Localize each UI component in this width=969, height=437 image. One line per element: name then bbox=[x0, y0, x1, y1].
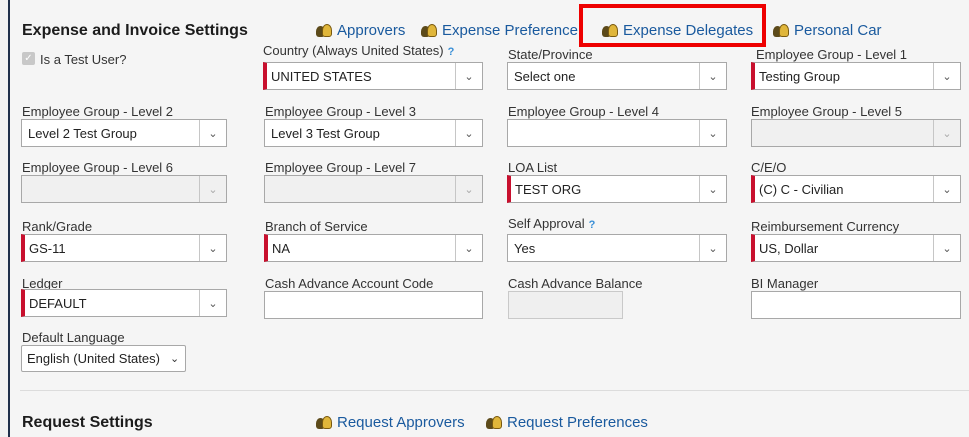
eg3-select[interactable]: Level 3 Test Group ⌄ bbox=[264, 119, 483, 147]
section-title-expense: Expense and Invoice Settings bbox=[22, 22, 248, 39]
people-icon bbox=[421, 23, 437, 38]
cash-code-input[interactable] bbox=[264, 291, 483, 319]
chevron-down-icon: ⌄ bbox=[199, 120, 226, 146]
section-divider bbox=[20, 390, 969, 391]
expense-preference-link[interactable]: Expense Preference bbox=[421, 22, 578, 39]
rank-label: Rank/Grade bbox=[22, 219, 93, 234]
personal-car-link[interactable]: Personal Car bbox=[773, 22, 882, 39]
branch-select[interactable]: NA ⌄ bbox=[264, 234, 483, 262]
cash-balance-label: Cash Advance Balance bbox=[508, 276, 643, 291]
chevron-down-icon: ⌄ bbox=[699, 120, 726, 146]
chevron-down-icon: ⌄ bbox=[933, 176, 960, 202]
help-icon[interactable]: ? bbox=[448, 46, 455, 58]
eg4-label: Employee Group - Level 4 bbox=[508, 104, 660, 119]
eg6-select: ⌄ bbox=[21, 175, 227, 203]
currency-select[interactable]: US, Dollar ⌄ bbox=[751, 234, 961, 262]
chevron-down-icon: ⌄ bbox=[699, 63, 726, 89]
language-select[interactable]: English (United States) ⌄ bbox=[21, 345, 187, 372]
bi-manager-label: BI Manager bbox=[751, 276, 819, 291]
eg7-select: ⌄ bbox=[264, 175, 483, 203]
country-select[interactable]: UNITED STATES ⌄ bbox=[263, 62, 483, 90]
people-icon bbox=[316, 23, 332, 38]
test-user-checkbox[interactable]: ✓ bbox=[22, 52, 35, 65]
chevron-down-icon: ⌄ bbox=[933, 235, 960, 261]
ceo-label: C/E/O bbox=[751, 160, 787, 175]
eg2-label: Employee Group - Level 2 bbox=[22, 104, 174, 119]
eg2-select[interactable]: Level 2 Test Group ⌄ bbox=[21, 119, 227, 147]
approvers-link[interactable]: Approvers bbox=[316, 22, 405, 39]
settings-panel: Expense and Invoice Settings Approvers E… bbox=[8, 0, 969, 437]
loa-select[interactable]: TEST ORG ⌄ bbox=[507, 175, 727, 203]
chevron-down-icon: ⌄ bbox=[199, 176, 226, 202]
chevron-down-icon: ⌄ bbox=[699, 176, 726, 202]
chevron-down-icon: ⌄ bbox=[199, 290, 226, 316]
people-icon bbox=[316, 415, 332, 430]
cash-balance-input bbox=[508, 291, 623, 319]
chevron-down-icon: ⌄ bbox=[699, 235, 726, 261]
eg1-label: Employee Group - Level 1 bbox=[756, 47, 908, 62]
eg5-select: ⌄ bbox=[751, 119, 961, 147]
chevron-down-icon: ⌄ bbox=[455, 120, 482, 146]
help-icon[interactable]: ? bbox=[589, 219, 596, 231]
state-label: State/Province bbox=[508, 47, 593, 62]
currency-label: Reimbursement Currency bbox=[751, 219, 900, 234]
eg3-label: Employee Group - Level 3 bbox=[265, 104, 417, 119]
chevron-down-icon: ⌄ bbox=[933, 120, 960, 146]
self-approval-label: Self Approval? bbox=[508, 216, 596, 231]
ceo-select[interactable]: (C) C - Civilian ⌄ bbox=[751, 175, 961, 203]
chevron-down-icon: ⌄ bbox=[933, 63, 960, 89]
eg1-select[interactable]: Testing Group ⌄ bbox=[751, 62, 961, 90]
eg7-label: Employee Group - Level 7 bbox=[265, 160, 417, 175]
country-label: Country (Always United States)? bbox=[263, 43, 455, 58]
people-icon bbox=[486, 415, 502, 430]
chevron-down-icon: ⌄ bbox=[169, 353, 180, 365]
highlight-box bbox=[579, 4, 766, 47]
request-preferences-link[interactable]: Request Preferences bbox=[486, 414, 648, 431]
chevron-down-icon: ⌄ bbox=[455, 63, 482, 89]
ledger-select[interactable]: DEFAULT ⌄ bbox=[21, 289, 227, 317]
language-label: Default Language bbox=[22, 330, 125, 345]
section-title-request: Request Settings bbox=[22, 414, 153, 431]
chevron-down-icon: ⌄ bbox=[455, 235, 482, 261]
test-user-label: Is a Test User? bbox=[40, 52, 127, 67]
people-icon bbox=[773, 23, 789, 38]
eg4-select[interactable]: ⌄ bbox=[507, 119, 727, 147]
eg6-label: Employee Group - Level 6 bbox=[22, 160, 174, 175]
rank-select[interactable]: GS-11 ⌄ bbox=[21, 234, 227, 262]
request-approvers-link[interactable]: Request Approvers bbox=[316, 414, 465, 431]
branch-label: Branch of Service bbox=[265, 219, 368, 234]
chevron-down-icon: ⌄ bbox=[199, 235, 226, 261]
state-select[interactable]: Select one ⌄ bbox=[507, 62, 727, 90]
eg5-label: Employee Group - Level 5 bbox=[751, 104, 903, 119]
cash-code-label: Cash Advance Account Code bbox=[265, 276, 434, 291]
loa-label: LOA List bbox=[508, 160, 558, 175]
self-approval-select[interactable]: Yes ⌄ bbox=[507, 234, 727, 262]
bi-manager-input[interactable] bbox=[751, 291, 961, 319]
chevron-down-icon: ⌄ bbox=[455, 176, 482, 202]
